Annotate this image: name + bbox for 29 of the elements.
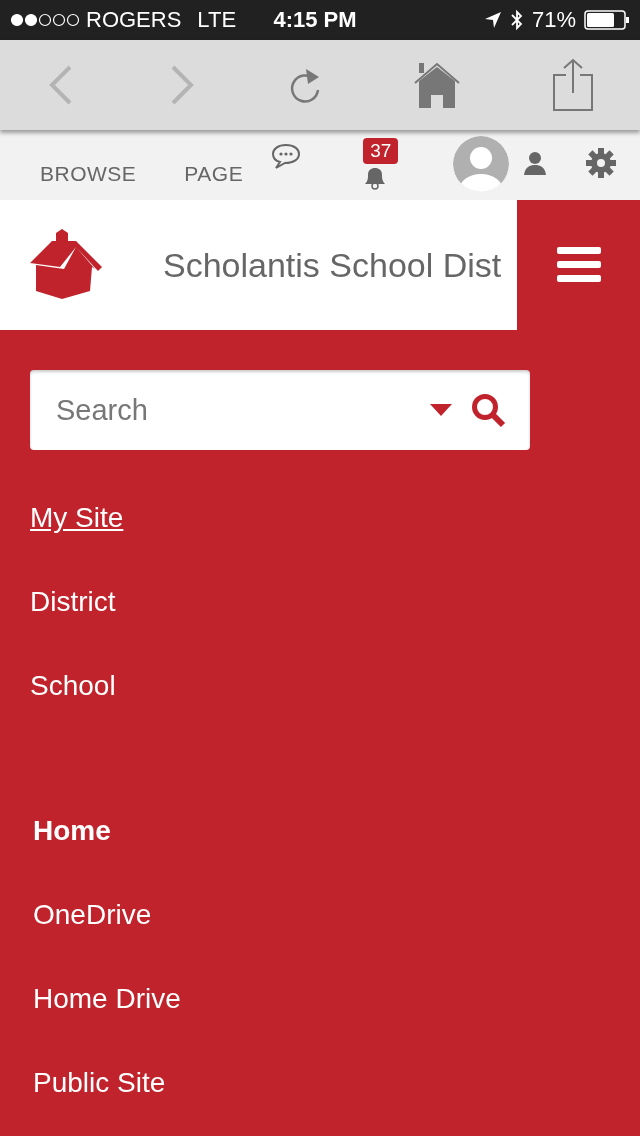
person-icon[interactable] (523, 150, 548, 176)
nav-link[interactable]: My Site (30, 502, 124, 586)
schoolhouse-logo-icon (30, 229, 102, 301)
menu-icon[interactable] (556, 247, 601, 283)
caret-icon[interactable] (430, 403, 452, 417)
network-type: LTE (197, 7, 237, 33)
nav-link[interactable]: Home (33, 815, 111, 899)
site-title: Scholantis School Dist (163, 245, 502, 285)
clock: 4:15 PM (273, 7, 357, 33)
location-icon (483, 11, 502, 29)
battery-icon (584, 10, 630, 30)
settings-icon[interactable] (585, 147, 618, 179)
home-icon[interactable] (413, 61, 462, 109)
carrier: ROGERS (86, 7, 182, 33)
ribbon-tab[interactable]: PAGE (184, 162, 244, 186)
nav-link[interactable]: District (30, 586, 116, 670)
notification-badge: 37 (363, 138, 399, 164)
search-field[interactable]: Search (30, 370, 530, 450)
nav-link[interactable]: Public Site (33, 1067, 166, 1136)
share-icon[interactable] (552, 58, 595, 112)
bluetooth-icon (509, 9, 524, 31)
nav-link[interactable]: School (30, 670, 116, 754)
search-icon[interactable] (470, 392, 506, 428)
signal-icon (10, 13, 80, 27)
battery-percent: 71% (531, 7, 576, 33)
speech-bubble-icon[interactable] (271, 143, 302, 169)
nav-link[interactable]: Home Drive (33, 983, 181, 1067)
nav-link[interactable]: OneDrive (33, 899, 152, 983)
ribbon-tab[interactable]: BROWSE (40, 162, 137, 186)
